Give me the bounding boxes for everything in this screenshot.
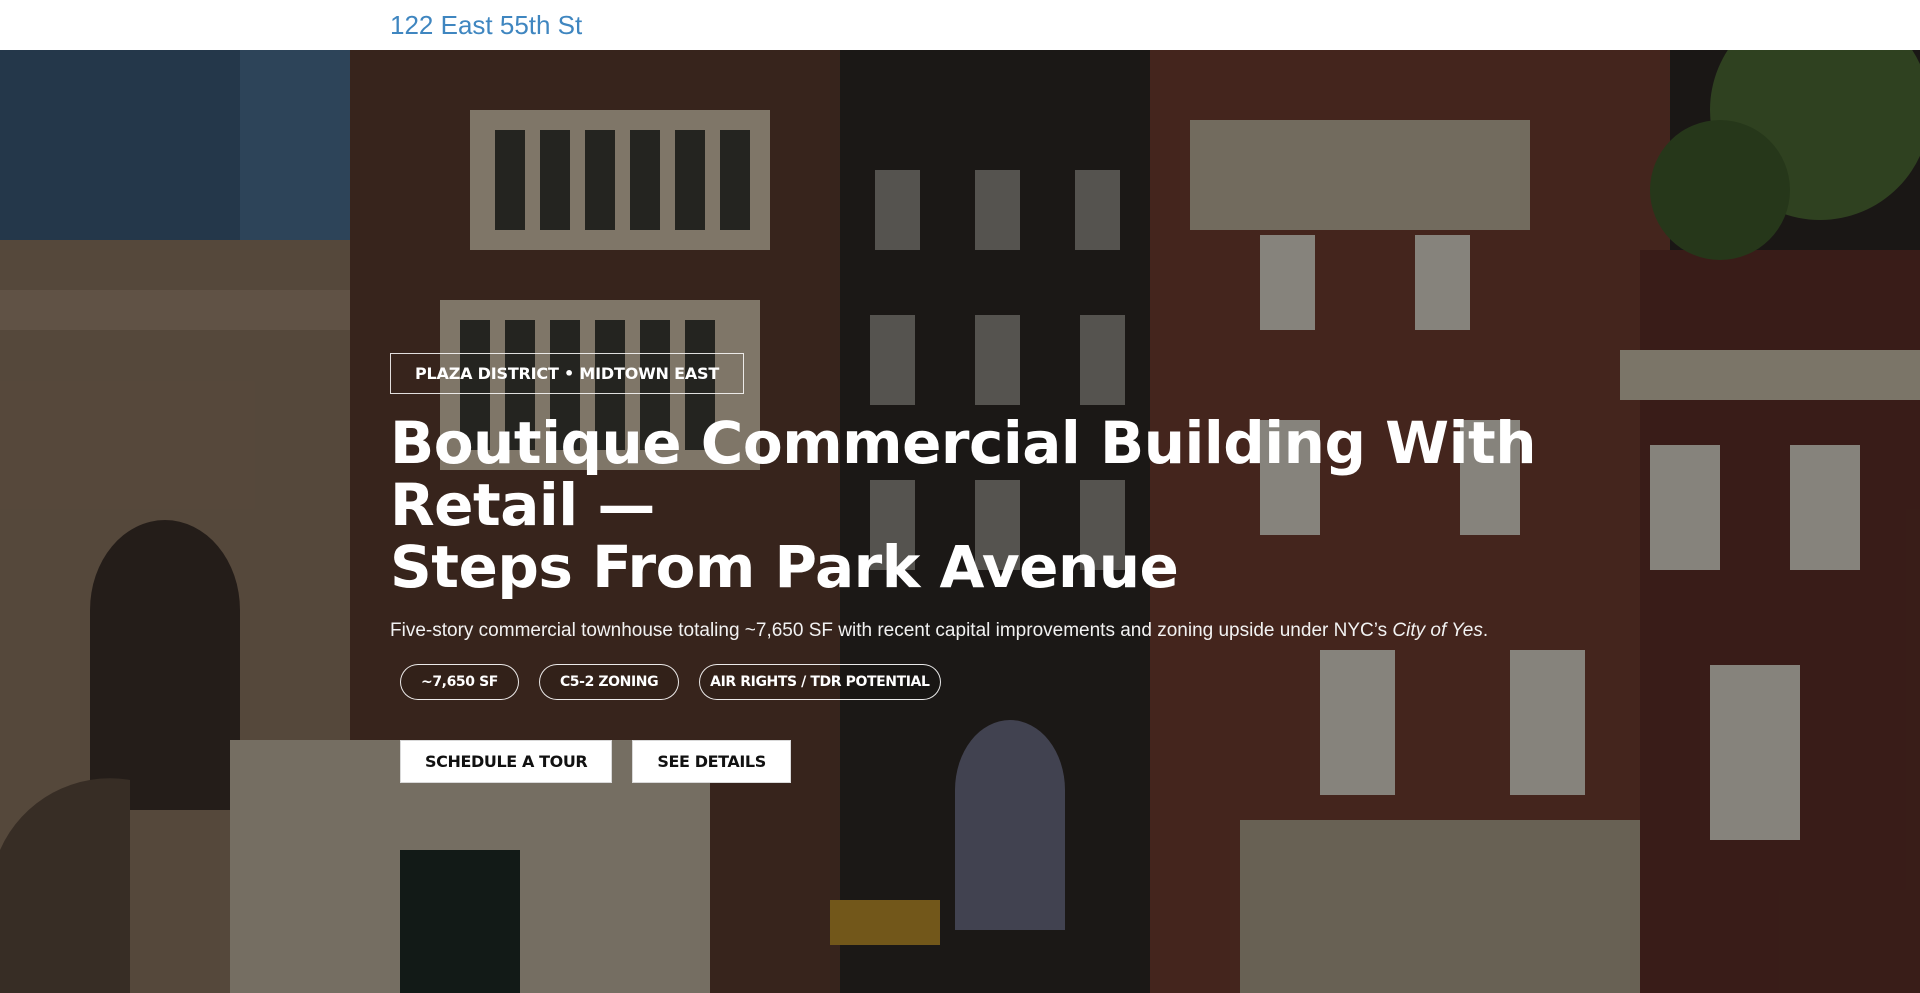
hero-section: PLAZA DISTRICT • MIDTOWN EAST Boutique C… — [0, 50, 1920, 993]
feature-chips: ~7,650 SF C5-2 ZONING AIR RIGHTS / TDR P… — [400, 664, 1590, 700]
hero-actions: SCHEDULE A TOUR SEE DETAILS — [400, 740, 1590, 783]
top-bar: 122 East 55th St — [0, 0, 1920, 50]
see-details-button[interactable]: SEE DETAILS — [632, 740, 791, 783]
description-text: Five-story commercial townhouse totaling… — [390, 620, 1393, 641]
location-eyebrow: PLAZA DISTRICT • MIDTOWN EAST — [390, 353, 745, 394]
hero-headline: Boutique Commercial Building With Retail… — [390, 412, 1540, 598]
headline-line-1: Boutique Commercial Building With Retail… — [390, 409, 1537, 539]
chip-square-feet: ~7,650 SF — [400, 664, 519, 700]
site-title-link[interactable]: 122 East 55th St — [390, 10, 582, 41]
description-end: . — [1482, 620, 1489, 641]
headline-line-2: Steps From Park Avenue — [390, 533, 1179, 601]
description-emphasis: City of Yes — [1392, 620, 1483, 641]
hero-description: Five-story commercial townhouse totaling… — [390, 620, 1590, 642]
schedule-tour-button[interactable]: SCHEDULE A TOUR — [400, 740, 613, 783]
hero-content: PLAZA DISTRICT • MIDTOWN EAST Boutique C… — [390, 353, 1590, 783]
chip-zoning: C5-2 ZONING — [538, 664, 680, 700]
chip-air-rights: AIR RIGHTS / TDR POTENTIAL — [699, 664, 941, 700]
